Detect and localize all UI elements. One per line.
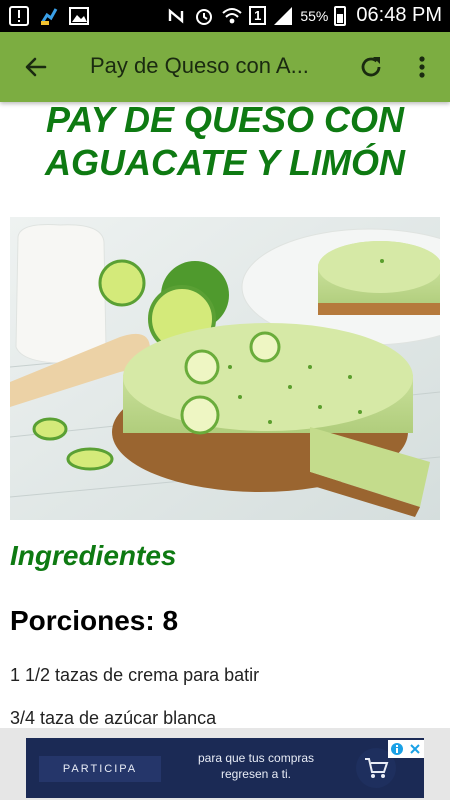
ad-text-line-2: regresen a ti. [220,767,292,781]
alert-notification-icon [9,6,29,26]
more-options-button[interactable] [410,52,434,82]
ingredient-item: 1 1/2 tazas de crema para batir [10,665,260,685]
ingredients-heading: Ingredientes [10,540,177,571]
ingredients-list: 1 1/2 tazas de crema para batir 3/4 taza… [10,664,259,728]
recipe-title: PAY DE QUESO CON AGUACATE Y LIMÓN [0,102,450,184]
ad-cta-button[interactable]: PARTICIPA [39,756,161,782]
wifi-icon [222,7,242,23]
recipe-photo [10,217,440,520]
recipe-title-line-1: PAY DE QUESO CON [45,102,405,140]
adchoices-icon [391,743,403,755]
recipe-content[interactable]: PAY DE QUESO CON AGUACATE Y LIMÓN Ingred… [0,102,450,728]
status-bar-notifications [8,5,90,27]
refresh-button[interactable] [356,52,386,82]
ad-text-line-1: para que tus compras [197,751,315,765]
battery-percent: 55% [300,7,329,24]
page-title: Pay de Queso con A... [90,53,309,78]
nfc-icon [168,7,184,24]
arrow-back-icon [25,57,47,77]
servings-label: Porciones: 8 [10,605,179,636]
cheesecake-photo [10,217,440,520]
refresh-icon [361,57,381,77]
ingredient-item: 3/4 taza de azúcar blanca [10,708,217,728]
shopping-cart-icon [365,758,389,778]
status-bar-system: 1 55% 06:48 PM [165,4,442,27]
image-notification-icon [69,7,89,25]
sim-indicator: 1 [249,6,267,25]
signal-icon [274,6,293,25]
back-button[interactable] [20,51,52,83]
clock: 06:48 PM [356,4,442,26]
alarm-icon [196,8,213,25]
status-bar: 1 55% 06:48 PM [0,0,450,32]
app-bar: Pay de Queso con A... [0,32,450,102]
recipe-title-line-2: AGUACATE Y LIMÓN [44,142,406,183]
ad-banner[interactable]: PARTICIPA para que tus compras regresen … [0,728,450,800]
cleaner-app-icon [40,8,58,25]
ad-creative[interactable]: PARTICIPA para que tus compras regresen … [26,738,424,798]
more-vert-icon [419,56,425,78]
ad-text: para que tus compras regresen a ti. [176,750,336,782]
close-ad-icon[interactable] [408,742,422,756]
adchoices-badge[interactable] [388,740,424,758]
battery-icon [334,5,347,26]
